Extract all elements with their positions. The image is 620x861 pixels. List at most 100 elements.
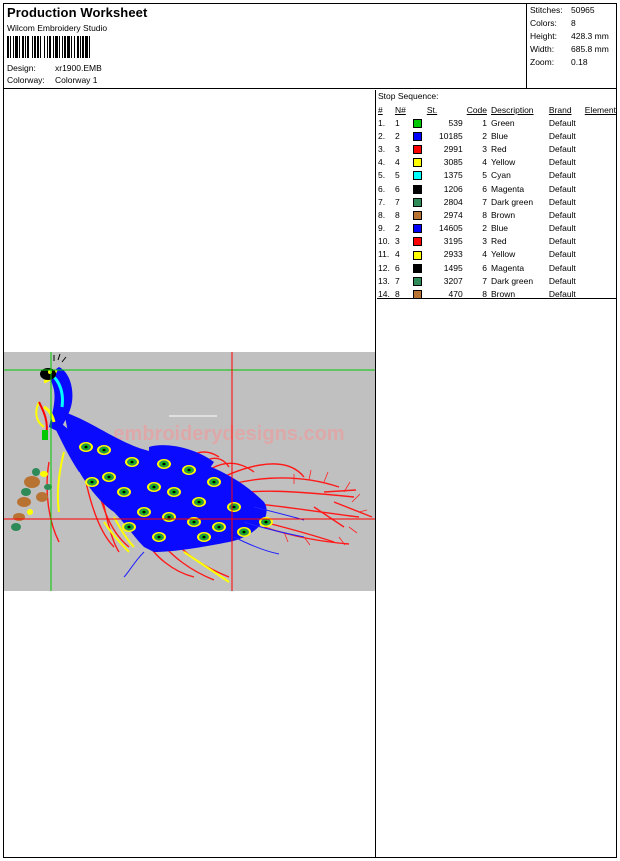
stop-description: Magenta <box>491 183 525 194</box>
stop-element <box>585 287 616 300</box>
stop-description: Dark green <box>491 196 534 207</box>
stop-description: Brown <box>491 289 516 300</box>
stop-brand: Default <box>548 183 576 194</box>
stop-element <box>585 169 616 182</box>
stat-stitches: Stitches: 50965 <box>530 5 595 15</box>
design-row: Design: xr1900.EMB <box>7 63 102 73</box>
stop-brand: Default <box>548 196 576 207</box>
stop-index: 8. <box>378 209 386 220</box>
stop-code: 7 <box>482 196 488 207</box>
stop-stitches: 10185 <box>439 130 463 141</box>
col-element: Element <box>584 104 616 115</box>
stop-needle: 6 <box>394 183 400 194</box>
color-swatch-box <box>412 158 422 168</box>
stop-needle: 1 <box>394 117 400 128</box>
stop-code: 6 <box>482 183 488 194</box>
stop-element <box>585 261 616 274</box>
stop-needle: 8 <box>394 209 400 220</box>
stop-brand: Default <box>548 130 576 141</box>
stop-element <box>585 235 616 248</box>
stop-description: Brown <box>491 209 516 220</box>
stop-element <box>585 195 616 208</box>
col-index: # <box>378 104 383 115</box>
stop-needle: 2 <box>394 223 400 234</box>
table-row: 3. 3 2991 3 Red Default <box>377 142 616 155</box>
stop-index: 1. <box>378 117 386 128</box>
production-worksheet: Production Worksheet Wilcom Embroidery S… <box>3 3 617 858</box>
stop-code: 7 <box>482 275 488 286</box>
color-swatch-box <box>412 237 422 247</box>
stop-index: 13. <box>378 275 390 286</box>
table-row: 5. 5 1375 5 Cyan Default <box>377 169 616 182</box>
stop-stitches: 539 <box>448 117 463 128</box>
stop-element <box>585 222 616 235</box>
stop-code: 1 <box>482 117 488 128</box>
stop-index: 6. <box>378 183 386 194</box>
barcode <box>7 36 90 58</box>
app-name: Wilcom Embroidery Studio <box>7 23 108 33</box>
stop-stitches: 2804 <box>443 196 463 207</box>
stop-stitches: 2933 <box>443 249 463 260</box>
stop-brand: Default <box>548 249 576 260</box>
stop-description: Blue <box>491 130 509 141</box>
stop-stitches: 2974 <box>443 209 463 220</box>
stat-zoom: Zoom: 0.18 <box>530 57 588 67</box>
col-code: Code <box>466 104 488 115</box>
stop-needle: 8 <box>394 289 400 300</box>
stop-stitches: 2991 <box>443 143 463 154</box>
stop-code: 5 <box>482 170 488 181</box>
color-swatch <box>411 287 427 300</box>
col-brand: Brand <box>548 104 572 115</box>
stop-index: 7. <box>378 196 386 207</box>
color-swatch-box <box>412 184 422 194</box>
stop-stitches: 470 <box>448 289 463 300</box>
stop-index: 5. <box>378 170 386 181</box>
stop-element <box>585 116 616 129</box>
table-row: 14. 8 470 8 Brown Default <box>377 287 616 300</box>
color-swatch-box <box>412 290 422 300</box>
stop-needle: 7 <box>394 196 400 207</box>
table-row: 6. 6 1206 6 Magenta Default <box>377 182 616 195</box>
color-swatch-box <box>412 211 422 221</box>
stop-code: 2 <box>482 130 488 141</box>
color-swatch <box>411 208 427 221</box>
stop-code: 6 <box>482 262 488 273</box>
stop-code: 8 <box>482 209 488 220</box>
stop-code: 4 <box>482 157 488 168</box>
col-swatch <box>411 103 427 116</box>
table-row: 8. 8 2974 8 Brown Default <box>377 208 616 221</box>
color-swatch-box <box>412 276 422 286</box>
stop-needle: 4 <box>394 249 400 260</box>
worksheet-title: Production Worksheet <box>7 5 148 20</box>
stop-description: Yellow <box>491 157 516 168</box>
stop-sequence-header: # N# St. Code Description Brand Element <box>377 103 616 116</box>
stop-stitches: 3207 <box>443 275 463 286</box>
color-swatch <box>411 142 427 155</box>
stop-index: 2. <box>378 130 386 141</box>
col-description: Description <box>491 104 534 115</box>
worksheet-header: Production Worksheet Wilcom Embroidery S… <box>4 4 616 89</box>
stop-brand: Default <box>548 275 576 286</box>
stop-element <box>585 142 616 155</box>
color-swatch <box>411 248 427 261</box>
stop-brand: Default <box>548 236 576 247</box>
stop-needle: 6 <box>394 262 400 273</box>
color-swatch-box <box>412 145 422 155</box>
stop-brand: Default <box>548 289 576 300</box>
col-stitches: St. <box>426 104 438 115</box>
color-swatch-box <box>412 131 422 141</box>
table-row: 2. 2 10185 2 Blue Default <box>377 129 616 142</box>
stop-code: 8 <box>482 289 488 300</box>
color-swatch <box>411 182 427 195</box>
stop-brand: Default <box>548 117 576 128</box>
color-swatch-box <box>412 118 422 128</box>
stop-code: 3 <box>482 143 488 154</box>
colorway-row: Colorway: Colorway 1 <box>7 75 98 85</box>
table-row: 9. 2 14605 2 Blue Default <box>377 222 616 235</box>
stop-description: Dark green <box>491 275 534 286</box>
color-swatch-box <box>412 250 422 260</box>
stop-index: 11. <box>378 249 390 260</box>
stop-description: Magenta <box>491 262 525 273</box>
color-swatch <box>411 156 427 169</box>
color-swatch <box>411 129 427 142</box>
